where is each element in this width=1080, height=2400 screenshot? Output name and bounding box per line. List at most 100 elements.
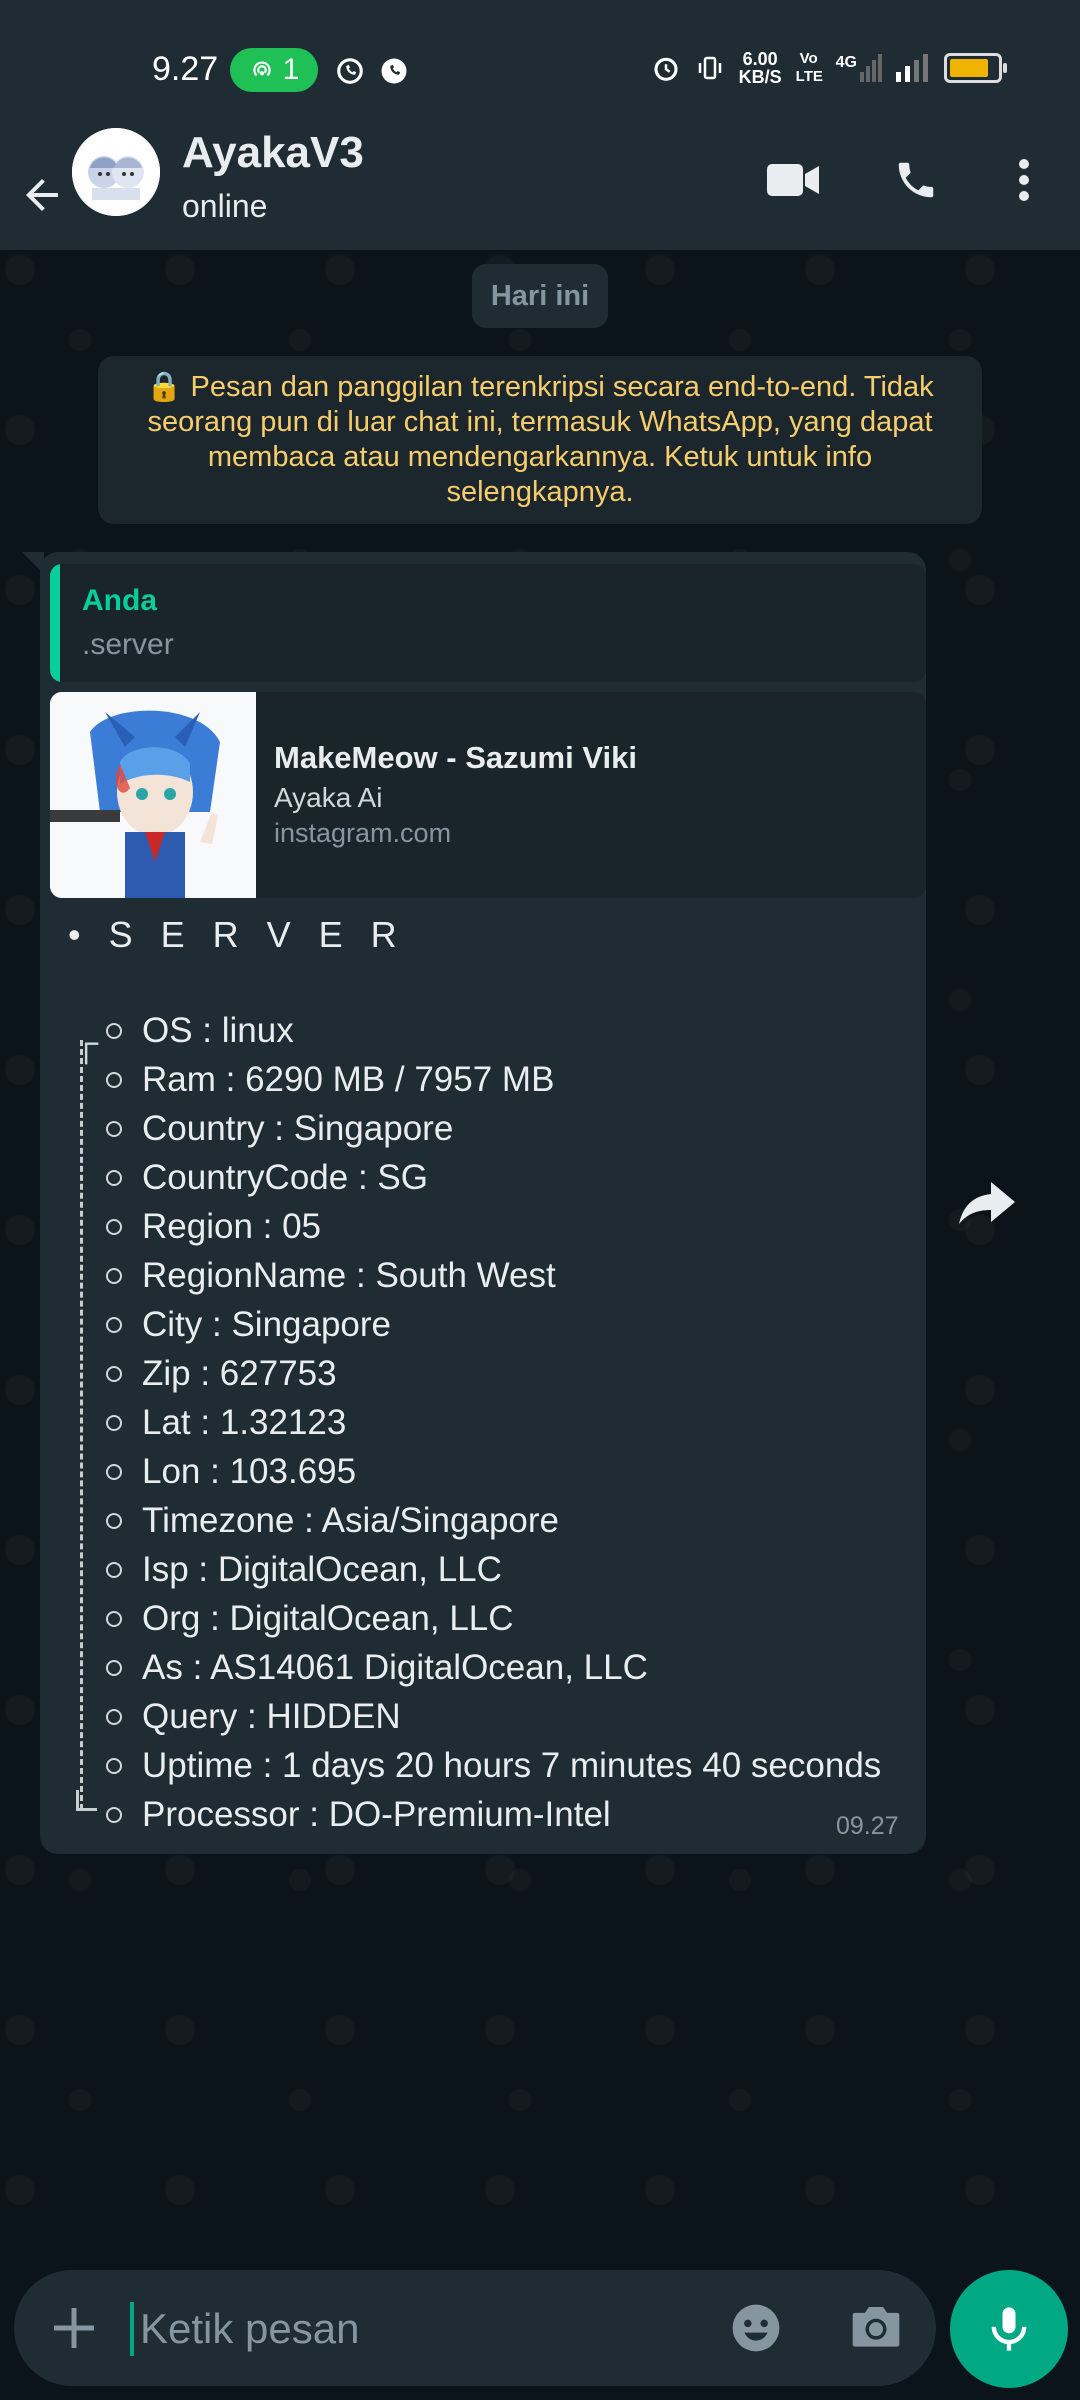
link-preview-domain: instagram.com (274, 818, 452, 848)
microphone-icon (991, 2307, 1027, 2351)
bullet-icon (106, 1267, 122, 1284)
info-lon: Lon : 103.695 (106, 1447, 881, 1496)
text-caret (130, 2302, 134, 2356)
info-text: Lat : 1.32123 (142, 1403, 347, 1442)
info-isp: Isp : DigitalOcean, LLC (106, 1545, 881, 1594)
back-arrow-icon[interactable] (18, 170, 66, 220)
info-text: Lon : 103.695 (142, 1452, 357, 1491)
info-text: Timezone : Asia/Singapore (142, 1501, 559, 1540)
info-text: Region : 05 (142, 1207, 322, 1246)
status-bar: 9.27 1 6.00 KB/S Vo LTE 4G (0, 0, 1080, 140)
message-input-bar (14, 2270, 936, 2386)
info-zip: Zip : 627753 (106, 1349, 881, 1398)
alarm-icon (654, 57, 678, 81)
bullet-icon (106, 1022, 122, 1039)
volte-indicator: Vo LTE (795, 50, 823, 85)
info-text: CountryCode : SG (142, 1158, 428, 1197)
info-text: As : AS14061 DigitalOcean, LLC (142, 1648, 648, 1687)
hotspot-count: 1 (282, 53, 300, 86)
bullet-icon (106, 1120, 122, 1137)
link-preview-description: Ayaka Ai (274, 782, 383, 813)
whatsapp-business-icon (381, 58, 407, 84)
info-timezone: Timezone : Asia/Singapore (106, 1496, 881, 1545)
plus-icon[interactable] (44, 2298, 104, 2358)
bullet-icon (106, 1708, 122, 1725)
system-indicators: 6.00 KB/S Vo LTE 4G (651, 49, 1007, 87)
whatsapp-icon (337, 58, 363, 84)
info-country-code: CountryCode : SG (106, 1153, 881, 1202)
quote-author: Anda (82, 584, 157, 617)
bullet-icon (106, 1071, 122, 1088)
info-as: As : AS14061 DigitalOcean, LLC (106, 1643, 881, 1692)
info-org: Org : DigitalOcean, LLC (106, 1594, 881, 1643)
bullet-icon (106, 1806, 122, 1823)
notification-icons (335, 56, 409, 86)
bullet-icon (106, 1316, 122, 1333)
info-region-name: RegionName : South West (106, 1251, 881, 1300)
status-time: 9.27 (152, 50, 219, 88)
bullet-icon (106, 1610, 122, 1627)
network-type: 4G (836, 54, 882, 82)
bullet-icon (106, 1365, 122, 1382)
info-text: Country : Singapore (142, 1109, 454, 1148)
voice-record-button[interactable] (950, 2270, 1068, 2388)
bullet-icon (106, 1169, 122, 1186)
hotspot-badge: 1 (230, 48, 318, 92)
bullet-icon (106, 1659, 122, 1676)
quote-text: .server (82, 628, 174, 661)
bullet-icon (106, 1218, 122, 1235)
bullet-icon (106, 1512, 122, 1529)
contact-name[interactable]: AyakaV3 (182, 128, 364, 178)
phone-icon (898, 162, 934, 198)
server-info-list: OS : linux Ram : 6290 MB / 7957 MB Count… (106, 1006, 881, 1839)
vibrate-icon (698, 56, 721, 80)
info-os: OS : linux (106, 1006, 881, 1055)
kebab-menu-icon (1019, 159, 1029, 201)
anime-thumbnail-image (50, 692, 256, 898)
avatar-image (72, 128, 160, 216)
forward-arrow-icon (959, 1182, 1015, 1224)
bullet-icon (106, 1414, 122, 1431)
hotspot-icon (253, 61, 271, 77)
video-camera-icon (767, 164, 819, 196)
info-text: Isp : DigitalOcean, LLC (142, 1550, 502, 1589)
signal-icon (860, 54, 882, 82)
bullet-icon (106, 1463, 122, 1480)
camera-icon[interactable] (848, 2300, 904, 2356)
tree-corner-top: ┌ (74, 1024, 99, 1062)
link-preview[interactable]: MakeMeow - Sazumi Viki Ayaka Ai instagra… (50, 692, 926, 898)
tree-corner-bottom (76, 1790, 97, 1811)
video-call-button[interactable] (762, 148, 826, 212)
info-text: Uptime : 1 days 20 hours 7 minutes 40 se… (142, 1746, 882, 1785)
tree-line (80, 1040, 83, 1810)
voice-call-button[interactable] (884, 148, 948, 212)
date-chip: Hari ini (472, 264, 608, 328)
net-speed: 6.00 KB/S (738, 49, 782, 87)
signal-bars-icon (896, 54, 928, 82)
forward-button[interactable] (954, 1170, 1020, 1236)
info-text: Org : DigitalOcean, LLC (142, 1599, 514, 1638)
quoted-message[interactable]: Anda .server (50, 564, 926, 682)
info-country: Country : Singapore (106, 1104, 881, 1153)
info-city: City : Singapore (106, 1300, 881, 1349)
info-text: City : Singapore (142, 1305, 392, 1344)
link-preview-title: MakeMeow - Sazumi Viki (274, 740, 637, 775)
bullet-icon (106, 1561, 122, 1578)
quote-accent-bar (50, 564, 60, 682)
info-text: Zip : 627753 (142, 1354, 337, 1393)
bullet-icon (106, 1757, 122, 1774)
message-timestamp: 09.27 (836, 1812, 899, 1840)
info-processor: Processor : DO-Premium-Intel (106, 1790, 881, 1839)
info-text: Ram : 6290 MB / 7957 MB (142, 1060, 555, 1099)
info-ram: Ram : 6290 MB / 7957 MB (106, 1055, 881, 1104)
info-text: RegionName : South West (142, 1256, 556, 1295)
info-uptime: Uptime : 1 days 20 hours 7 minutes 40 se… (106, 1741, 881, 1790)
encryption-notice[interactable]: 🔒 Pesan dan panggilan terenkripsi secara… (98, 356, 982, 524)
message-input[interactable] (138, 2300, 702, 2358)
info-lat: Lat : 1.32123 (106, 1398, 881, 1447)
contact-avatar[interactable] (72, 128, 160, 216)
emoji-icon[interactable] (728, 2300, 784, 2356)
battery-icon (944, 53, 1007, 83)
more-options-button[interactable] (992, 148, 1056, 212)
info-text: OS : linux (142, 1011, 294, 1050)
